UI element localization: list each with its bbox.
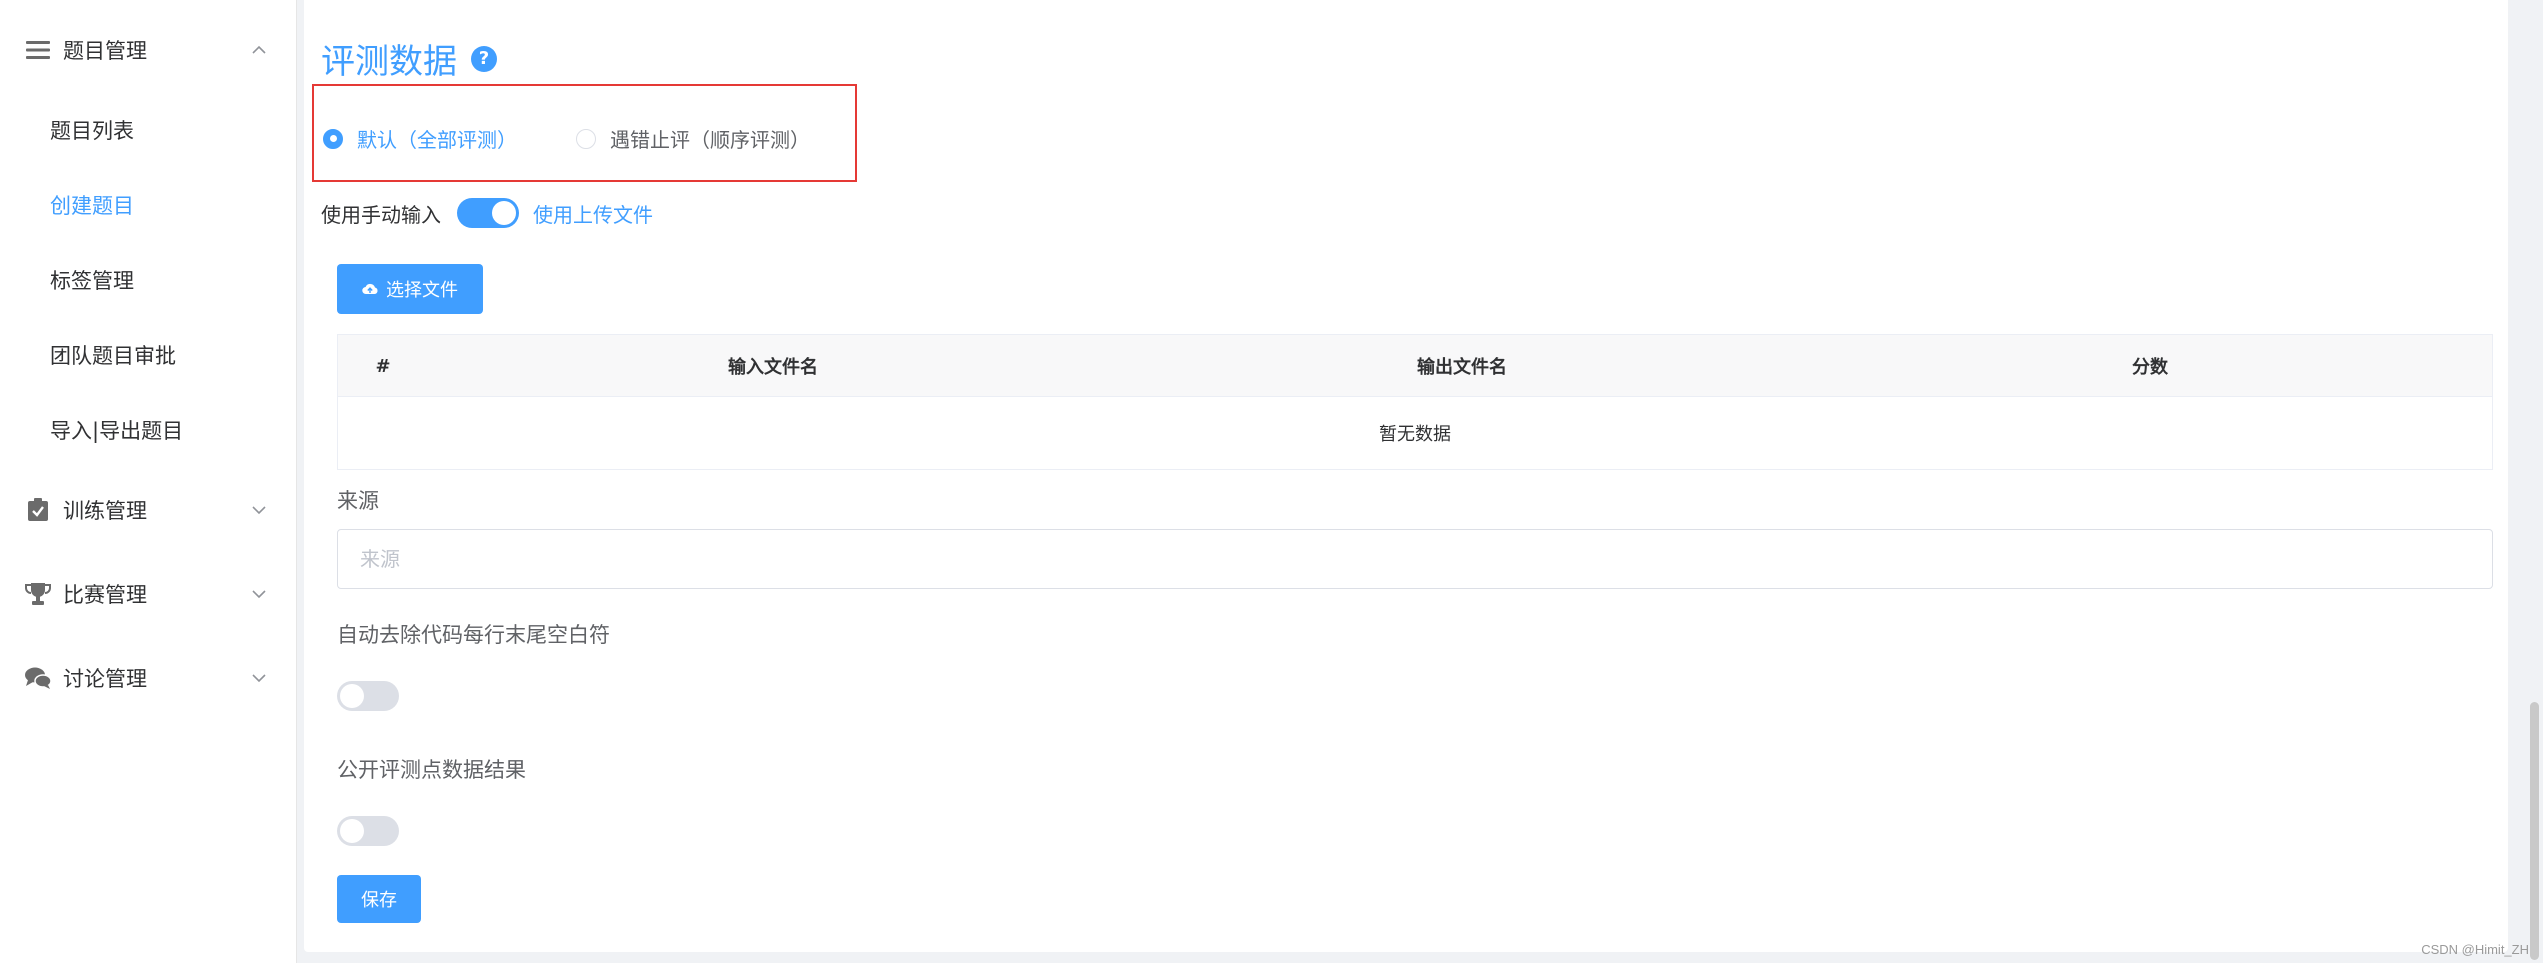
test-case-table: # 输入文件名 输出文件名 分数 暂无数据: [337, 334, 2493, 470]
public-results-switch[interactable]: [337, 816, 399, 846]
auto-trim-label: 自动去除代码每行末尾空白符: [337, 623, 610, 647]
manual-input-label[interactable]: 使用手动输入: [321, 199, 441, 228]
section-title-text: 评测数据: [321, 42, 457, 82]
radio-label: 遇错止评（顺序评测）: [610, 128, 810, 152]
menu-group-training-management[interactable]: 训练管理: [0, 468, 297, 552]
menu-group-label: 讨论管理: [63, 667, 147, 691]
sidebar-item-team-problem-approval[interactable]: 团队题目审批: [0, 322, 297, 388]
sidebar-item-tag-management[interactable]: 标签管理: [0, 247, 297, 313]
select-file-button[interactable]: 选择文件: [337, 264, 483, 314]
sidebar-item-label: 题目列表: [50, 119, 134, 143]
sidebar-item-create-problem[interactable]: 创建题目: [0, 172, 297, 238]
column-header-input-file: 输入文件名: [728, 357, 818, 378]
sidebar-item-label: 创建题目: [50, 194, 134, 218]
chevron-down-icon: [251, 502, 267, 518]
save-label: 保存: [361, 890, 397, 911]
menu-group-problem-management[interactable]: 题目管理: [0, 8, 297, 92]
input-mode-toggle-row: 使用手动输入 使用上传文件: [321, 198, 653, 228]
source-input[interactable]: [337, 529, 2493, 589]
column-header-output-file: 输出文件名: [1417, 357, 1507, 378]
section-title: 评测数据 ?: [321, 34, 497, 83]
upload-file-label[interactable]: 使用上传文件: [533, 199, 653, 228]
table-header: # 输入文件名 输出文件名 分数: [338, 335, 2492, 397]
chat-bubbles-icon: [24, 664, 52, 692]
switch-knob: [492, 201, 516, 225]
radio-judge-default[interactable]: 默认（全部评测）: [323, 124, 517, 153]
chevron-up-icon: [251, 42, 267, 58]
column-header-score: 分数: [2132, 357, 2168, 378]
sidebar-item-label: 导入|导出题目: [50, 419, 184, 443]
switch-knob: [340, 684, 364, 708]
sidebar-item-problem-list[interactable]: 题目列表: [0, 97, 297, 163]
public-results-label: 公开评测点数据结果: [337, 758, 526, 782]
save-button[interactable]: 保存: [337, 875, 421, 923]
input-mode-switch[interactable]: [457, 198, 519, 228]
sidebar-item-label: 团队题目审批: [50, 344, 176, 368]
sidebar-item-import-export[interactable]: 导入|导出题目: [0, 397, 297, 463]
menu-group-label: 训练管理: [63, 499, 147, 523]
cloud-upload-icon: [362, 279, 378, 300]
watermark: CSDN @Himit_ZH: [2421, 942, 2529, 957]
sidebar: 题目管理 题目列表 创建题目 标签管理 团队题目审批 导入|导出题目 训练管理 …: [0, 0, 297, 963]
source-label: 来源: [337, 489, 379, 513]
auto-trim-switch[interactable]: [337, 681, 399, 711]
menu-group-label: 题目管理: [63, 39, 147, 63]
menu-group-discussion-management[interactable]: 讨论管理: [0, 636, 297, 720]
radio-circle: [323, 128, 343, 149]
radio-circle: [576, 128, 596, 149]
trophy-icon: [24, 580, 52, 608]
radio-judge-stop-on-error[interactable]: 遇错止评（顺序评测）: [576, 124, 810, 153]
chevron-down-icon: [251, 586, 267, 602]
menu-lines-icon: [24, 36, 52, 64]
public-results-switch-wrap: [337, 816, 399, 846]
sidebar-item-label: 标签管理: [50, 269, 134, 293]
table-empty-text: 暂无数据: [1379, 424, 1451, 445]
radio-label: 默认（全部评测）: [357, 128, 517, 152]
main-panel: 评测数据 ? 默认（全部评测） 遇错止评（顺序评测） 使用手动输入 使用上传文件…: [304, 0, 2508, 952]
auto-trim-switch-wrap: [337, 681, 399, 711]
switch-knob: [340, 819, 364, 843]
menu-group-label: 比赛管理: [63, 583, 147, 607]
help-icon[interactable]: ?: [471, 45, 497, 72]
chevron-down-icon: [251, 670, 267, 686]
clipboard-check-icon: [24, 496, 52, 524]
scrollbar-thumb[interactable]: [2530, 702, 2539, 960]
column-header-index: #: [375, 355, 391, 377]
menu-group-contest-management[interactable]: 比赛管理: [0, 552, 297, 636]
select-file-label: 选择文件: [386, 280, 458, 301]
